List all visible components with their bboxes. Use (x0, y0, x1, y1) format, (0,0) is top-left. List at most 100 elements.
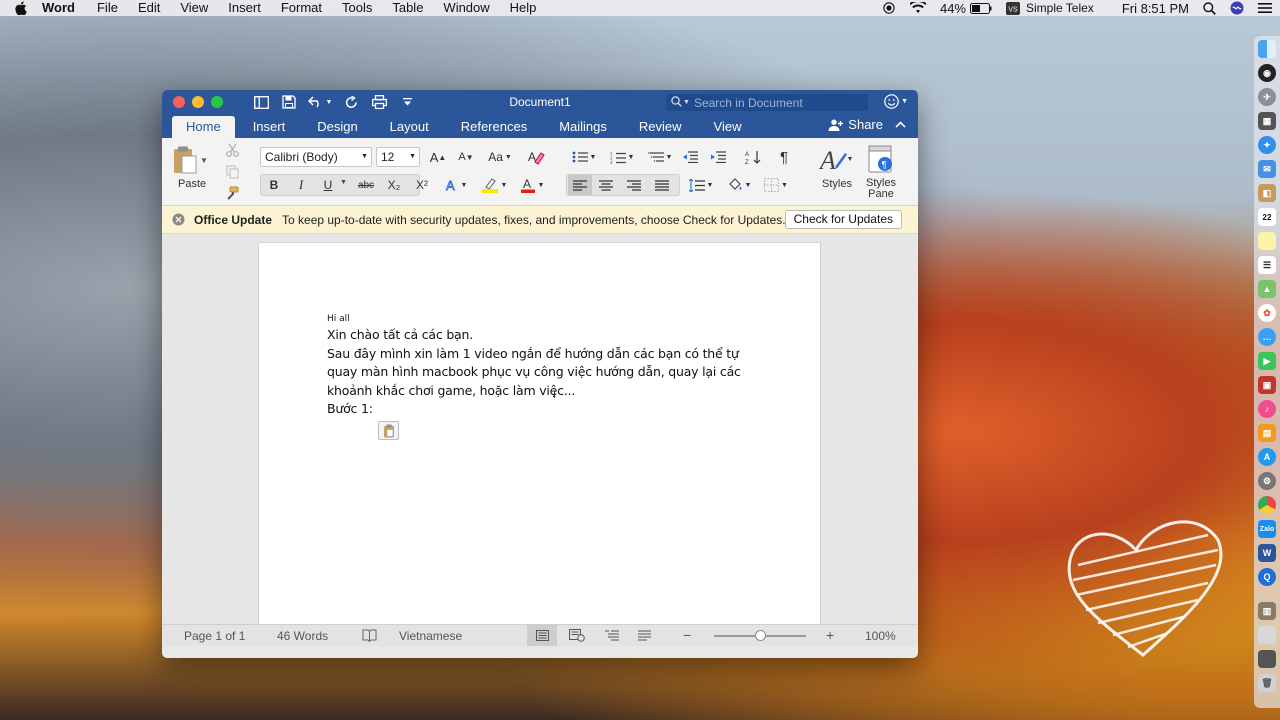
borders-icon[interactable]: ▼ (760, 175, 792, 195)
print-icon[interactable] (368, 93, 390, 111)
clock[interactable]: Fri 8:51 PM (1122, 1, 1189, 16)
paragraph[interactable]: Bước 1: (327, 400, 757, 419)
calendar-icon[interactable]: 22 (1258, 208, 1276, 226)
zoom-window-button[interactable] (211, 96, 223, 108)
tab-layout[interactable]: Layout (376, 116, 443, 138)
shrink-font-icon[interactable]: A ▼ (454, 147, 478, 167)
text-effects-icon[interactable]: A ▼ (442, 175, 470, 195)
font-size-select[interactable]: 12 ▼ (376, 147, 420, 167)
menu-table[interactable]: Table (392, 0, 423, 16)
copy-icon[interactable] (222, 162, 242, 182)
chrome-icon[interactable] (1258, 496, 1276, 514)
menu-app-name[interactable]: Word (42, 0, 75, 16)
document-page[interactable]: Hi all Xin chào tất cả các bạn. Sau đây … (258, 242, 821, 624)
messages-icon[interactable]: … (1258, 328, 1276, 346)
minimize-window-button[interactable] (192, 96, 204, 108)
paragraph[interactable]: Hi all (327, 312, 757, 326)
search-in-document[interactable]: ▼ (666, 94, 868, 111)
redo-icon[interactable] (340, 93, 362, 111)
word-icon[interactable]: W (1258, 544, 1276, 562)
calculator-icon[interactable]: ▦ (1258, 112, 1276, 130)
align-right-icon[interactable] (624, 175, 644, 195)
word-count[interactable]: 46 Words (277, 629, 328, 643)
outline-view-icon[interactable] (605, 630, 619, 644)
mail-icon[interactable]: ✉ (1258, 160, 1276, 178)
contacts-icon[interactable]: ◧ (1258, 184, 1276, 202)
paragraph[interactable]: khoảnh khắc chơi game, hoặc làm việc... (327, 382, 757, 401)
tab-home[interactable]: Home (172, 116, 235, 138)
italic-button[interactable]: I (291, 175, 311, 195)
tab-references[interactable]: References (447, 116, 541, 138)
tab-mailings[interactable]: Mailings (545, 116, 621, 138)
photos-icon[interactable]: ✿ (1258, 304, 1276, 322)
input-source-icon[interactable]: VS (1006, 1, 1020, 15)
cut-icon[interactable] (222, 140, 242, 160)
justify-icon[interactable] (652, 175, 672, 195)
multilevel-list-icon[interactable]: ▼ (644, 147, 676, 167)
tab-view[interactable]: View (700, 116, 756, 138)
align-center-icon[interactable] (596, 175, 616, 195)
paragraph[interactable]: Sau đây mình xin làm 1 video ngắn để hướ… (327, 345, 757, 364)
dismiss-notification-icon[interactable] (172, 213, 185, 226)
paste-button[interactable]: ▼ (172, 144, 208, 176)
menu-window[interactable]: Window (443, 0, 489, 16)
menu-help[interactable]: Help (510, 0, 537, 16)
menu-format[interactable]: Format (281, 0, 322, 16)
quicktime-icon[interactable]: Q (1258, 568, 1276, 586)
print-layout-view-icon[interactable] (536, 630, 549, 644)
maps-icon[interactable]: ▲ (1258, 280, 1276, 298)
reminders-icon[interactable]: ☰ (1258, 256, 1276, 274)
menu-tools[interactable]: Tools (342, 0, 372, 16)
zoom-slider-thumb[interactable] (754, 630, 766, 641)
finder-icon[interactable] (1258, 40, 1276, 58)
trash-icon[interactable]: 🗑 (1258, 674, 1276, 692)
apple-logo-icon[interactable] (14, 1, 28, 15)
battery-icon[interactable] (970, 2, 992, 14)
format-painter-icon[interactable] (222, 183, 242, 203)
decrease-indent-icon[interactable] (680, 147, 700, 167)
screenshot-stack-icon[interactable] (1258, 650, 1276, 668)
language[interactable]: Vietnamese (399, 629, 462, 643)
bullets-icon[interactable]: ▼ (568, 147, 600, 167)
zoom-in-button[interactable]: + (826, 627, 834, 643)
align-left-icon[interactable] (568, 175, 592, 195)
document-body[interactable]: Hi all Xin chào tất cả các bạn. Sau đây … (327, 312, 757, 419)
line-spacing-icon[interactable]: ▼ (684, 175, 718, 195)
photo-booth-icon[interactable]: ▣ (1258, 376, 1276, 394)
styles-gallery-icon[interactable]: A ▼ (818, 144, 854, 174)
change-case-icon[interactable]: Aa ▼ (484, 147, 516, 167)
collapse-ribbon-icon[interactable] (895, 121, 906, 128)
paste-options-button[interactable] (378, 421, 399, 440)
system-preferences-icon[interactable]: ⚙ (1258, 472, 1276, 490)
customize-toolbar-icon[interactable] (396, 93, 418, 111)
spotlight-search-icon[interactable] (1203, 1, 1216, 15)
bold-button[interactable]: B (264, 175, 284, 195)
sidebar-toggle-icon[interactable] (250, 93, 272, 111)
search-input[interactable] (693, 95, 864, 110)
superscript-button[interactable]: X² (412, 175, 432, 195)
undo-icon[interactable]: ▼ (306, 93, 334, 111)
increase-indent-icon[interactable] (708, 147, 728, 167)
itunes-icon[interactable]: ♪ (1258, 400, 1276, 418)
notification-center-icon[interactable] (1258, 2, 1272, 14)
paragraph[interactable]: quay màn hình macbook phục vụ công việc … (327, 363, 757, 382)
feedback-smiley-icon[interactable]: ▼ (884, 94, 908, 109)
tab-design[interactable]: Design (303, 116, 371, 138)
launchpad-icon[interactable]: ✈ (1258, 88, 1276, 106)
font-name-select[interactable]: Calibri (Body) ▼ (260, 147, 372, 167)
draft-view-icon[interactable] (638, 630, 651, 644)
strikethrough-button[interactable]: abc (354, 175, 378, 195)
paragraph[interactable]: Xin chào tất cả các bạn. (327, 326, 757, 345)
wifi-icon[interactable] (909, 2, 926, 14)
app-store-icon[interactable]: A (1258, 448, 1276, 466)
highlight-color-icon[interactable]: ▼ (476, 175, 512, 195)
web-layout-view-icon[interactable] (569, 629, 585, 645)
proofing-icon[interactable] (362, 629, 377, 645)
notes-icon[interactable] (1258, 232, 1276, 250)
document-canvas[interactable]: Hi all Xin chào tất cả các bạn. Sau đây … (162, 234, 918, 624)
ibooks-icon[interactable]: ▤ (1258, 424, 1276, 442)
siri-icon[interactable] (1230, 1, 1244, 15)
tab-review[interactable]: Review (625, 116, 696, 138)
numbering-icon[interactable]: 123 ▼ (606, 147, 638, 167)
record-icon[interactable] (882, 2, 896, 14)
